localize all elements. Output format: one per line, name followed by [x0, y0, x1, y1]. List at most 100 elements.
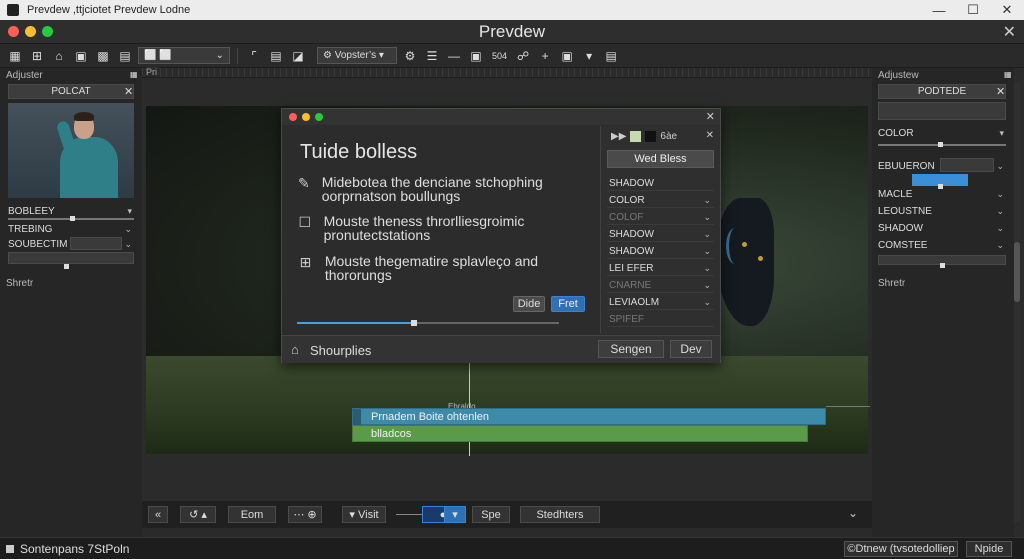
dialog-list-close-icon[interactable]: ✕ — [706, 130, 714, 141]
scrollbar-thumb[interactable] — [1014, 242, 1020, 302]
spe-button[interactable]: Spe — [472, 506, 510, 523]
eom-button[interactable]: Eom — [228, 506, 276, 523]
right-prop-row[interactable]: MACLE ⌄ — [878, 187, 1006, 201]
right-prop-field[interactable] — [940, 158, 994, 172]
color-swatch-dark[interactable] — [645, 131, 657, 142]
right-prop-row[interactable]: LEOUSTNE ⌄ — [878, 204, 1006, 218]
left-slider-thumb[interactable] — [64, 264, 69, 269]
gear-icon[interactable]: ⚙ — [401, 47, 419, 65]
right-panel-field[interactable] — [878, 102, 1006, 120]
mask-icon[interactable]: ◪ — [289, 47, 307, 65]
horizontal-scrollbar[interactable] — [142, 528, 872, 537]
dialog-list-row[interactable]: SHADOW ⌄ — [607, 244, 714, 259]
status-button[interactable]: ©Dtnew (tvsotedolliep — [844, 541, 958, 557]
status-button-npide[interactable]: Npide — [966, 541, 1012, 557]
right-panel-close-icon[interactable]: ✕ — [996, 85, 1005, 98]
timeline-clip-video[interactable]: Prnadem Boite ohtenlen — [352, 408, 826, 426]
chevron-down-icon[interactable]: ⌄ — [848, 506, 858, 520]
clip-handle-left[interactable] — [353, 409, 361, 426]
camera-icon[interactable]: ▣ — [558, 47, 576, 65]
frame-icon[interactable]: ▣ — [467, 47, 485, 65]
minimize-dot-icon[interactable] — [25, 26, 36, 37]
home-icon[interactable]: ⌂ — [50, 47, 68, 65]
new-file-icon[interactable]: ▣ — [72, 47, 90, 65]
dialog-list-row[interactable]: COLOF ⌄ — [607, 210, 714, 225]
add-icon[interactable]: + — [536, 47, 554, 65]
dialog-slider-thumb[interactable] — [411, 320, 417, 326]
dialog-close-dot-icon[interactable] — [289, 113, 297, 121]
dialog-primary-button[interactable]: Fret — [551, 296, 585, 312]
left-prop-row[interactable]: TREBING ⌄ — [8, 222, 134, 236]
dialog-list-row[interactable]: LEI EFER ⌄ — [607, 261, 714, 276]
grid-icon[interactable]: ⊞ — [28, 47, 46, 65]
dropdown-icon[interactable]: ▾ — [580, 47, 598, 65]
zoom-dot-icon[interactable] — [42, 26, 53, 37]
right-prop-row[interactable]: COMSTEE ⌄ — [878, 238, 1006, 252]
panel-menu-icon[interactable]: ▦ — [130, 70, 138, 79]
color-swatch-light[interactable] — [630, 131, 642, 142]
clip-thumbnail[interactable] — [8, 103, 134, 198]
export-icon[interactable]: ▤ — [602, 47, 620, 65]
box-icon[interactable]: ▩ — [94, 47, 112, 65]
crop-icon[interactable]: ⌜ — [245, 47, 263, 65]
left-slider-thumb[interactable] — [70, 216, 75, 221]
dialog-list-top-label: 6àe — [660, 131, 678, 142]
right-prop-row[interactable]: COLOR ▾ — [878, 126, 1006, 140]
list-icon[interactable]: ☰ — [423, 47, 441, 65]
left-panel-close-icon[interactable]: ✕ — [124, 85, 133, 98]
left-panel-header: POLCAT — [8, 84, 134, 99]
grid-small-icon[interactable]: ▦ — [6, 47, 24, 65]
app-close-icon[interactable]: ✕ — [1003, 22, 1016, 42]
loop-icon[interactable]: ↺ ▴ — [180, 506, 216, 523]
dropdown-icon[interactable]: ▾ — [444, 506, 466, 523]
dialog-minimize-dot-icon[interactable] — [302, 113, 310, 121]
dialog-option[interactable]: ☐ Mouste theness throrlliesgroimic pronu… — [298, 214, 588, 242]
view-select[interactable]: ⬜ ⬜ ⌄ — [138, 47, 230, 64]
dialog-footer-button-dev[interactable]: Dev — [670, 340, 712, 358]
close-dot-icon[interactable] — [8, 26, 19, 37]
image-icon[interactable]: ▤ — [116, 47, 134, 65]
dialog-footer-button-sengen[interactable]: Sengen — [598, 340, 664, 358]
link-icon[interactable]: ☍ — [514, 47, 532, 65]
right-slider-thumb[interactable] — [938, 142, 943, 147]
stedhters-button[interactable]: Stedhters — [520, 506, 600, 523]
dialog-close-icon[interactable]: ✕ — [706, 110, 715, 123]
dialog-option[interactable]: ⊞ Mouste thegematire splavleço and thoro… — [298, 254, 588, 282]
maximize-icon[interactable]: ☐ — [956, 0, 990, 20]
fast-forward-icon[interactable]: ▶▶ — [611, 131, 626, 142]
dialog: ✕ Tuide bolless ✎ Midebotea the denciane… — [281, 108, 721, 363]
dialog-list-header[interactable]: Wed Bless — [607, 150, 714, 168]
right-panel-title: Adjustew — [878, 70, 919, 81]
minimize-icon[interactable]: — — [922, 0, 956, 20]
rewind-icon[interactable]: « — [148, 506, 168, 523]
panel-menu-icon[interactable]: ▦ — [1004, 70, 1012, 79]
dialog-zoom-dot-icon[interactable] — [315, 113, 323, 121]
minus-icon[interactable]: — — [445, 47, 463, 65]
pencil-icon: ✎ — [298, 175, 310, 191]
marker-icon[interactable]: ⋯ ⊕ — [288, 506, 322, 523]
layers-icon: ⊞ — [299, 254, 312, 270]
timeline-clip-audio[interactable]: blladcos — [352, 425, 808, 442]
visit-select[interactable]: ▾ Visit — [342, 506, 386, 523]
dialog-list-row[interactable]: LEVIAOLM ⌄ — [607, 295, 714, 310]
dialog-secondary-button[interactable]: Dide — [513, 296, 545, 312]
preset-select[interactable]: ⚙ Vopster’s ▾ — [317, 47, 397, 64]
ruler — [142, 68, 872, 78]
creature-eye — [758, 256, 763, 261]
dialog-list-row-label: LEI EFER — [609, 262, 654, 274]
left-panel-header-label: POLCAT — [51, 86, 91, 97]
dialog-list-row[interactable]: CNARNE ⌄ — [607, 278, 714, 293]
left-prop-field[interactable] — [70, 237, 122, 250]
dialog-list-row[interactable]: SPIFEF — [607, 312, 714, 327]
align-icon[interactable]: ▤ — [267, 47, 285, 65]
dialog-list-row[interactable]: SHADOW ⌄ — [607, 227, 714, 242]
right-prop-row[interactable]: SHADOW ⌄ — [878, 221, 1006, 235]
right-slider-thumb[interactable] — [940, 263, 945, 268]
left-prop-input[interactable] — [8, 252, 134, 264]
vertical-scrollbar[interactable] — [1014, 82, 1020, 522]
dialog-list-row[interactable]: SHADOW — [607, 176, 714, 191]
close-icon[interactable]: ✕ — [990, 0, 1024, 20]
dialog-list-row[interactable]: COLOR ⌄ — [607, 193, 714, 208]
number-504-button[interactable]: 504 — [489, 47, 510, 65]
dialog-option[interactable]: ✎ Midebotea the denciane stchophing oorp… — [298, 175, 588, 203]
